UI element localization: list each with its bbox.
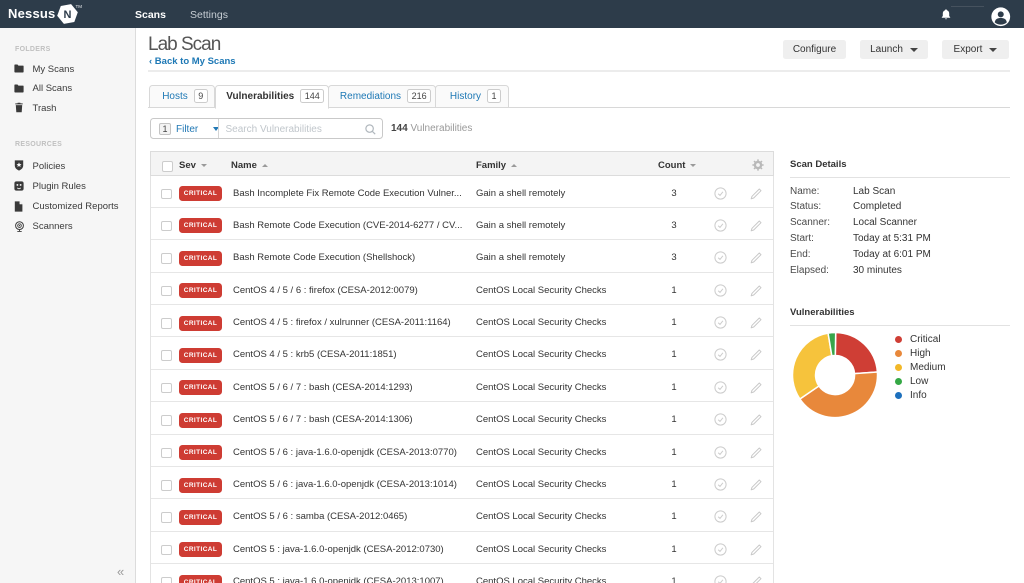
svg-text:N: N [63, 9, 71, 21]
